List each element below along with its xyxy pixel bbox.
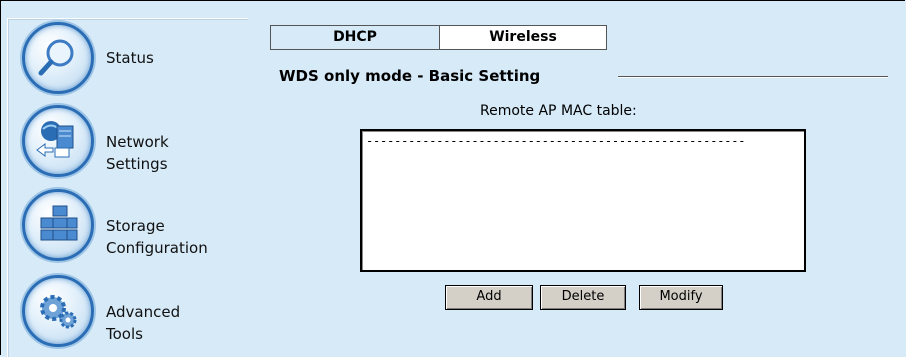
section-divider xyxy=(618,76,888,78)
sidebar-item-label: Storage Configuration xyxy=(106,217,208,257)
add-button[interactable]: Add xyxy=(445,285,533,310)
mac-list-item[interactable]: ----------------------------------------… xyxy=(366,134,800,148)
sidebar-item-label: Advanced Tools xyxy=(106,303,181,343)
remote-ap-mac-list[interactable]: ----------------------------------------… xyxy=(360,129,806,272)
sidebar-item-storage-configuration[interactable]: Storage Configuration xyxy=(8,189,248,269)
sidebar-item-label: Status xyxy=(106,49,154,67)
magnifier-icon xyxy=(22,22,94,94)
modify-button[interactable]: Modify xyxy=(639,285,723,310)
network-icon xyxy=(22,105,94,177)
sidebar: Status Network Settings Storage Configur… xyxy=(7,18,248,357)
sidebar-item-network-settings[interactable]: Network Settings xyxy=(8,105,248,185)
tab-bar: DHCP Wireless xyxy=(270,25,607,51)
sidebar-item-label: Network Settings xyxy=(106,133,169,173)
sidebar-item-status[interactable]: Status xyxy=(8,19,248,99)
storage-icon xyxy=(22,189,94,261)
delete-button[interactable]: Delete xyxy=(540,285,626,310)
gears-icon xyxy=(22,275,94,347)
section-title: WDS only mode - Basic Setting xyxy=(279,67,547,85)
mac-table-label: Remote AP MAC table: xyxy=(480,103,637,119)
tab-dhcp[interactable]: DHCP xyxy=(270,25,439,50)
tab-wireless[interactable]: Wireless xyxy=(439,25,607,50)
sidebar-item-advanced-tools[interactable]: Advanced Tools xyxy=(8,275,248,355)
